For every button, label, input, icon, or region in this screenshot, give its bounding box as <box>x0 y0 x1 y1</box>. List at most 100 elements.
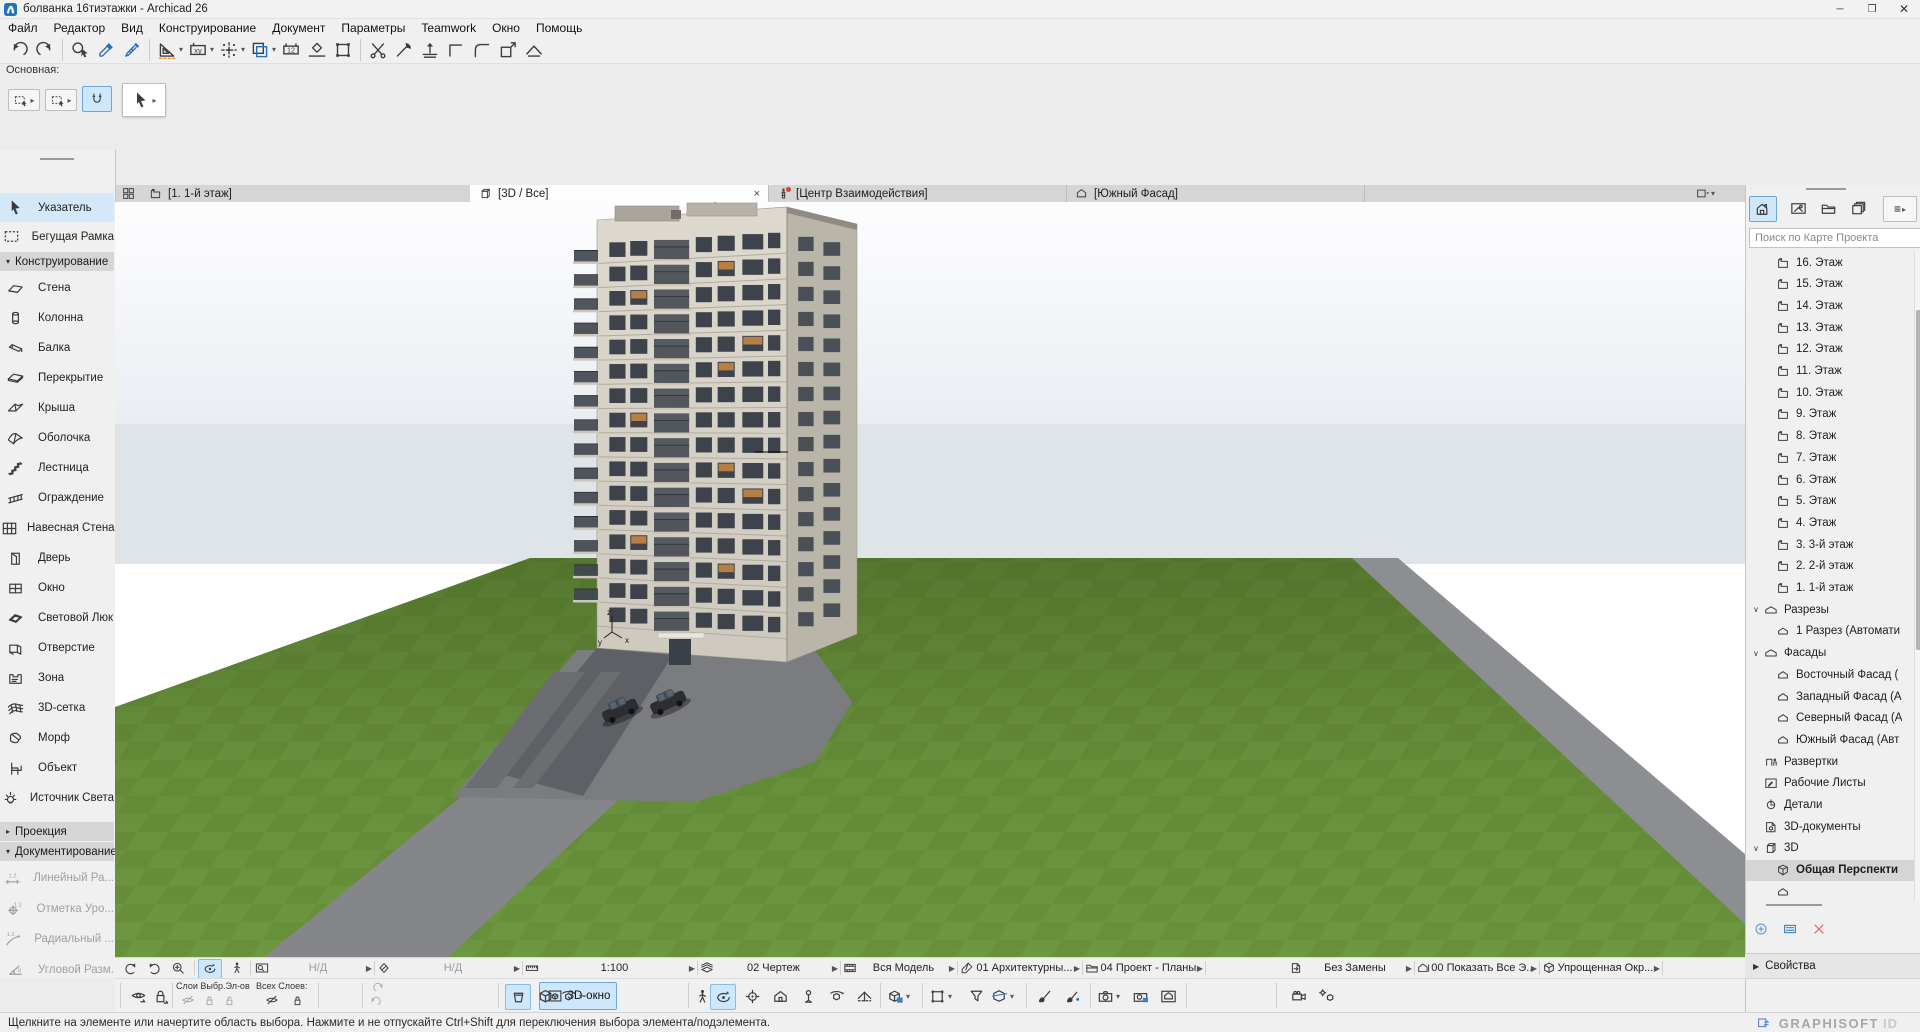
magnet-button[interactable] <box>82 86 112 112</box>
navigator-item[interactable] <box>1746 881 1914 900</box>
fly-camera-button[interactable] <box>1286 984 1310 1008</box>
home-view-button[interactable] <box>768 984 792 1008</box>
tree-scrollbar-thumb[interactable] <box>1916 310 1920 650</box>
quick-layout-book[interactable]: 04 Проект - Планы▶ <box>1084 958 1203 978</box>
persp-view-button[interactable] <box>505 984 531 1010</box>
close-button[interactable]: ✕ <box>1888 0 1920 18</box>
eye-off-button[interactable] <box>178 991 198 1009</box>
split-button[interactable] <box>365 38 391 62</box>
tab-overflow-button[interactable]: ▾ <box>1693 185 1717 202</box>
brush-button[interactable] <box>1032 984 1056 1008</box>
walk-button[interactable] <box>226 958 248 978</box>
navigator-item[interactable]: Южный Фасад (Авт <box>1746 729 1914 750</box>
tool-column[interactable]: Колонна <box>0 303 114 333</box>
nav-forward-button[interactable] <box>146 958 163 978</box>
quick-pen-set[interactable]: 01 Архитектурны...▶ <box>959 958 1080 978</box>
navigator-item[interactable]: 11. Этаж <box>1746 361 1914 382</box>
tool-beam[interactable]: Балка <box>0 333 114 363</box>
tool-object[interactable]: Объект <box>0 753 114 783</box>
layout-book-button[interactable] <box>1815 196 1841 220</box>
tool-dim-radial[interactable]: 1.2Радиальный ... <box>0 924 114 954</box>
elevate-button[interactable] <box>417 38 443 62</box>
orbit-button[interactable] <box>198 959 222 979</box>
eye-cycle-button[interactable] <box>126 984 150 1008</box>
teamwork-sync-icon[interactable] <box>1755 1015 1771 1031</box>
tool-door[interactable]: Дверь <box>0 543 114 573</box>
quick-graphic-override[interactable]: Без Замены▶ <box>1288 958 1412 978</box>
quick-layers[interactable]: 02 Чертеж▶ <box>699 958 838 978</box>
tool-stair[interactable]: Лестница <box>0 453 114 483</box>
tool-morph[interactable]: Морф <box>0 723 114 753</box>
tool-window[interactable]: Окно <box>0 573 114 603</box>
tool-dim-level[interactable]: 1.2Отметка Уро... <box>0 894 114 924</box>
navigator-item[interactable]: Рабочие Листы <box>1746 773 1914 794</box>
add-button[interactable] <box>1749 918 1773 940</box>
marquee-place-button[interactable]: ▸ <box>8 89 40 111</box>
navigator-item[interactable]: Детали <box>1746 795 1914 816</box>
publisher-button[interactable] <box>1845 196 1871 220</box>
menu-окно[interactable]: Окно <box>484 20 528 36</box>
section-plane-button[interactable] <box>852 984 876 1008</box>
navigator-item[interactable]: 10. Этаж <box>1746 382 1914 403</box>
navigator-item[interactable]: 6. Этаж <box>1746 469 1914 490</box>
marquee-frame-button[interactable]: ▾ <box>247 38 278 62</box>
navigator-item[interactable]: Западный Фасад (А <box>1746 686 1914 707</box>
undo-button[interactable] <box>6 38 32 62</box>
tab-floor-plan[interactable]: [1. 1-й этаж] <box>140 185 471 202</box>
lock-cycle-button[interactable] <box>148 984 172 1008</box>
graphisoft-id-area[interactable]: GRAPHISOFT ID <box>1755 1015 1898 1031</box>
navigator-item[interactable]: Северный Фасад (А <box>1746 708 1914 729</box>
tree-resize-handle[interactable] <box>1766 904 1822 906</box>
nav-back-button[interactable] <box>122 958 139 978</box>
find-select-button[interactable] <box>67 38 93 62</box>
tool-lamp[interactable]: Источник Света <box>0 783 114 813</box>
navigator-item[interactable]: 9. Этаж <box>1746 404 1914 425</box>
navigator-handle[interactable] <box>1806 188 1846 190</box>
navigator-item[interactable]: 3. 3-й этаж <box>1746 534 1914 555</box>
tab-south-elevation[interactable]: [Южный Фасад] <box>1066 185 1365 202</box>
section-expanded[interactable]: ▾Конструирование <box>0 252 114 271</box>
building-view-button[interactable] <box>1156 984 1180 1008</box>
camera-snap-button[interactable] <box>1128 984 1152 1008</box>
navigator-item[interactable]: ∨3D <box>1746 838 1914 859</box>
tool-opening[interactable]: Отверстие <box>0 633 114 663</box>
navigator-item[interactable]: Развертки <box>1746 751 1914 772</box>
view-map-button[interactable] <box>1785 196 1811 220</box>
tool-dim-linear[interactable]: 1.2Линейный Ра... <box>0 863 114 893</box>
properties-panel-header[interactable]: ▶ Свойства <box>1745 953 1920 979</box>
quick-model-style[interactable]: Упрощенная Окр...▶ <box>1541 958 1660 978</box>
section-collapsed[interactable]: ▸Проекция <box>0 822 114 841</box>
minimize-button[interactable]: ─ <box>1824 0 1856 18</box>
tool-skylight[interactable]: Световой Люк <box>0 603 114 633</box>
look-to-button[interactable] <box>740 984 764 1008</box>
eye-off-button[interactable] <box>262 991 282 1009</box>
lock-button[interactable] <box>288 991 306 1009</box>
3d-viewport[interactable]: zxy <box>115 202 1745 958</box>
navigator-menu-button[interactable]: ≡▸ <box>1883 196 1917 222</box>
tool-slab[interactable]: Перекрытие <box>0 363 114 393</box>
ink-brush-button[interactable] <box>1060 984 1084 1008</box>
tool-arrow-cursor[interactable]: Указатель <box>0 193 114 222</box>
camera-pole-button[interactable] <box>796 984 820 1008</box>
navigator-item[interactable]: 15. Этаж <box>1746 274 1914 295</box>
maximize-button[interactable]: ❐ <box>1856 0 1888 18</box>
menu-файл[interactable]: Файл <box>0 20 46 36</box>
tool-marquee[interactable]: Бегущая Рамка <box>0 222 114 251</box>
tool-roof[interactable]: Крыша <box>0 393 114 423</box>
quick-preview-zoom[interactable]: Н/Д▶ <box>254 958 372 978</box>
unlock-button[interactable] <box>220 991 238 1009</box>
menu-teamwork[interactable]: Teamwork <box>413 20 484 36</box>
fillet-button[interactable] <box>469 38 495 62</box>
navigator-item[interactable]: 14. Этаж <box>1746 295 1914 316</box>
menu-документ[interactable]: Документ <box>264 20 333 36</box>
lock-button[interactable] <box>200 991 218 1009</box>
orbit-button[interactable] <box>710 984 736 1010</box>
quick-renovation[interactable]: 00 Показать Все Э...▶ <box>1416 958 1537 978</box>
tab-overview-button[interactable] <box>119 185 138 202</box>
tab-3d-all[interactable]: [3D / Все]× <box>470 185 769 202</box>
navigator-item[interactable]: 12. Этаж <box>1746 339 1914 360</box>
axon-view-button[interactable] <box>533 984 557 1008</box>
palette-handle[interactable] <box>40 158 74 160</box>
current-tool-button[interactable]: ▸ <box>122 83 166 117</box>
building-model[interactable] <box>573 202 857 665</box>
